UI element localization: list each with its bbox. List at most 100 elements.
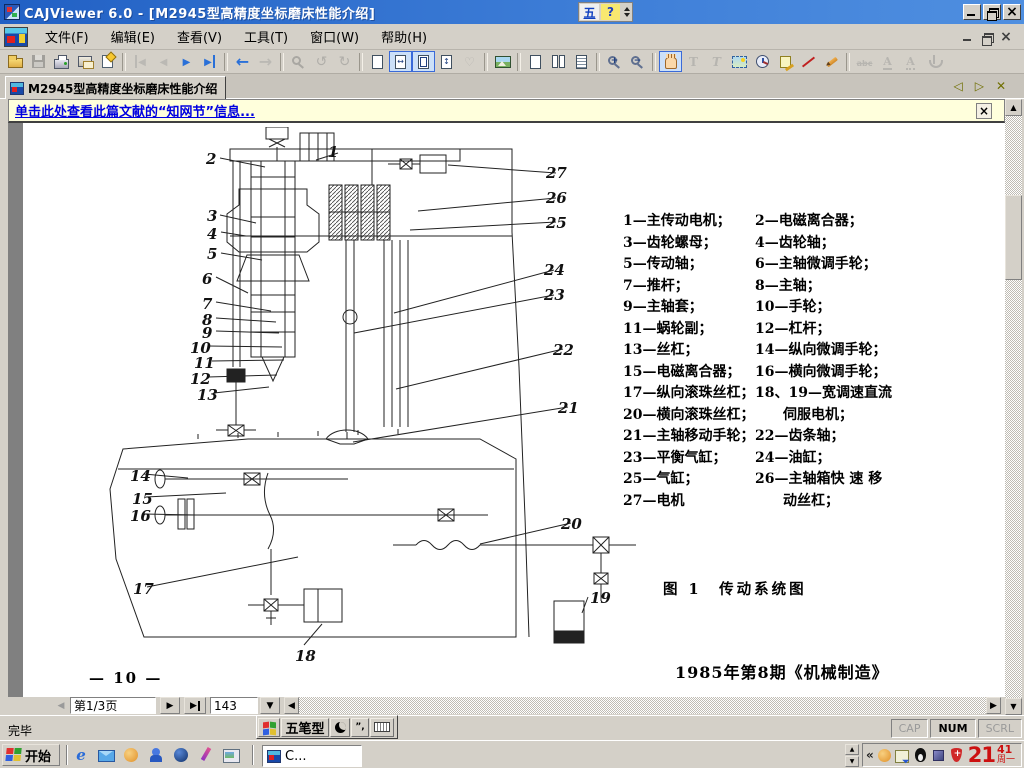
open-button[interactable] <box>4 51 27 72</box>
cajviewer-window: { "window": { "title": "CAJViewer 6.0 - … <box>0 0 1024 768</box>
fit-page-button[interactable] <box>412 51 435 72</box>
underline-button[interactable] <box>876 51 899 72</box>
zoom-dropdown-icon[interactable]: ▼ <box>260 697 280 714</box>
qq-face-tray-icon[interactable] <box>877 748 892 763</box>
hscroll-right-icon[interactable]: ▶ <box>986 697 1001 714</box>
ime-mode-button[interactable]: 五笔型 <box>281 717 329 737</box>
qq-icon[interactable] <box>122 746 140 764</box>
restore-button[interactable] <box>983 4 1001 21</box>
note-button[interactable] <box>774 51 797 72</box>
mail-icon[interactable] <box>97 746 115 764</box>
single-page-button[interactable] <box>524 51 547 72</box>
scroll-up-icon[interactable]: ▲ <box>1005 99 1022 116</box>
cajviewer-task-button[interactable]: C... <box>262 745 362 767</box>
facing-pages-button[interactable] <box>547 51 570 72</box>
highlight-button[interactable] <box>853 51 876 72</box>
soft-keyboard-icon[interactable] <box>370 717 394 737</box>
horizontal-scroll-track[interactable] <box>299 697 986 714</box>
forward-button[interactable] <box>254 51 277 72</box>
cnki-node-link[interactable]: 单击此处查看此篇文献的“知网节”信息... <box>15 101 255 120</box>
tray-clock[interactable]: 21 41 周一 <box>968 744 1015 766</box>
ime-logo-icon[interactable] <box>258 717 280 737</box>
menu-item[interactable]: 编辑(E) <box>100 23 166 50</box>
page-setup-button[interactable] <box>96 51 119 72</box>
back-button[interactable] <box>231 51 254 72</box>
snapshot-button[interactable] <box>751 51 774 72</box>
punctuation-icon[interactable] <box>351 717 369 737</box>
tab-scroll-right-icon[interactable]: ▷ <box>975 79 984 93</box>
continuous-pages-button[interactable] <box>570 51 593 72</box>
fit-height-button[interactable] <box>435 51 458 72</box>
scroll-down-icon[interactable]: ▼ <box>1005 698 1022 715</box>
globe-icon[interactable] <box>172 746 190 764</box>
doc-restore-button[interactable] <box>979 30 995 46</box>
wubi-input-icon[interactable]: 五 <box>580 4 599 20</box>
menu-item[interactable]: 工具(T) <box>233 23 299 50</box>
squiggly-button[interactable] <box>899 51 922 72</box>
hscroll-left-icon[interactable]: ◀ <box>284 697 299 714</box>
help-icon[interactable]: ? <box>601 4 620 20</box>
line-tool-button[interactable] <box>797 51 820 72</box>
halfwidth-moon-icon[interactable] <box>330 717 350 737</box>
app-icon[interactable] <box>4 4 20 20</box>
doc-close-button[interactable] <box>998 30 1014 44</box>
qq-penguin-tray-icon[interactable] <box>913 747 928 763</box>
menu-item[interactable]: 文件(F) <box>34 23 100 50</box>
document-page[interactable]: 1 2 3 4 5 6 7 8 9 10 11 12 13 14 15 16 17 18 19 20 21 22 23 24 2… <box>23 123 1005 697</box>
favorite-button[interactable] <box>458 51 481 72</box>
spinner-up-icon[interactable]: ▲ <box>845 744 859 755</box>
text-select-button[interactable] <box>682 51 705 72</box>
vertical-text-select-button[interactable] <box>705 51 728 72</box>
first-page-button[interactable] <box>129 51 152 72</box>
image-mode-button[interactable] <box>491 51 514 72</box>
redo-button[interactable] <box>333 51 356 72</box>
page-back-icon[interactable]: ◀ <box>54 698 68 714</box>
prev-page-button[interactable] <box>152 51 175 72</box>
internet-explorer-icon[interactable] <box>72 746 90 764</box>
last-page-button[interactable] <box>198 51 221 72</box>
title-bar[interactable]: CAJViewer 6.0 - [M2945型高精度坐标磨床性能介绍] 五 ? <box>0 0 1024 24</box>
pen-tool-icon[interactable] <box>197 746 215 764</box>
menu-item[interactable]: 窗口(W) <box>299 23 370 50</box>
network-tray-icon[interactable] <box>931 748 946 763</box>
tab-close-icon[interactable]: ✕ <box>996 79 1006 93</box>
menu-item[interactable]: 帮助(H) <box>370 23 438 50</box>
menu-item[interactable]: 查看(V) <box>166 23 233 50</box>
close-button[interactable] <box>1003 4 1021 20</box>
toolbar-handle[interactable] <box>622 4 631 20</box>
anchor-button[interactable] <box>922 51 945 72</box>
zoom-in-button[interactable]: + <box>603 51 626 72</box>
figure-caption: 图 1 传动系统图 <box>663 581 807 598</box>
page-number-input[interactable] <box>70 697 156 714</box>
print-button[interactable] <box>50 51 73 72</box>
vertical-scroll-thumb[interactable] <box>1005 195 1022 280</box>
find-button[interactable] <box>287 51 310 72</box>
actual-size-button[interactable] <box>366 51 389 72</box>
hand-tool-button[interactable] <box>659 51 682 72</box>
pencil-tool-button[interactable] <box>820 51 843 72</box>
document-tab[interactable]: M2945型高精度坐标磨床性能介绍 <box>5 76 227 99</box>
image-select-button[interactable] <box>728 51 751 72</box>
tab-label: M2945型高精度坐标磨床性能介绍 <box>28 81 218 96</box>
last-page-nav-icon[interactable]: ▶ <box>184 697 206 714</box>
next-page-nav-icon[interactable]: ▶ <box>160 697 180 714</box>
zoom-out-button[interactable]: − <box>626 51 649 72</box>
linkbar-close-icon[interactable]: × <box>976 103 992 119</box>
start-button[interactable]: 开始 <box>2 744 60 766</box>
fit-width-button[interactable] <box>389 51 412 72</box>
picture-viewer-icon[interactable] <box>222 746 240 764</box>
zoom-level-input[interactable] <box>210 697 258 714</box>
print-preview-button[interactable] <box>73 51 96 72</box>
tray-collapse-icon[interactable] <box>866 748 874 762</box>
undo-button[interactable] <box>310 51 333 72</box>
spinner-down-icon[interactable]: ▼ <box>845 756 859 767</box>
tab-scroll-left-icon[interactable]: ◁ <box>953 79 962 93</box>
save-button[interactable] <box>27 51 50 72</box>
image-viewer-tray-icon[interactable] <box>894 748 910 763</box>
security-shield-tray-icon[interactable] <box>949 747 964 763</box>
doc-minimize-button[interactable] <box>960 30 976 44</box>
messenger-icon[interactable] <box>147 746 165 764</box>
minimize-button[interactable] <box>963 4 981 20</box>
next-page-button[interactable] <box>175 51 198 72</box>
vertical-scrollbar[interactable]: ▲ ▼ <box>1005 99 1022 715</box>
